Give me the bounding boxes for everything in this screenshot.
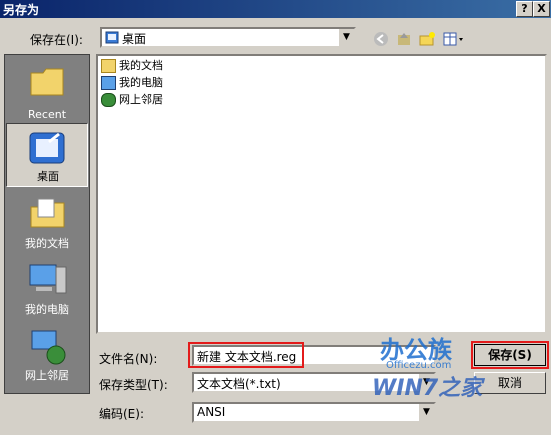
chevron-down-icon[interactable]: ▼	[418, 374, 434, 391]
network-icon	[31, 330, 66, 365]
close-button[interactable]: X	[533, 1, 550, 17]
folder-icon	[101, 59, 116, 73]
watermark: 办公族 Officezu.com WIN7之家	[372, 330, 482, 406]
cancel-button[interactable]: 取消	[474, 372, 546, 394]
encoding-value: ANSI	[197, 405, 226, 419]
desktop-icon	[105, 31, 119, 44]
highlight-box	[471, 341, 549, 369]
save-in-dropdown[interactable]: 桌面 ▼	[100, 27, 356, 48]
list-item[interactable]: 我的电脑	[101, 74, 163, 90]
place-label: 桌面	[37, 170, 59, 183]
chevron-down-icon[interactable]: ▼	[418, 404, 434, 421]
my-computer-icon	[29, 264, 67, 294]
file-list[interactable]: 我的文档 我的电脑 网上邻居	[96, 54, 547, 334]
encoding-dropdown[interactable]: ANSI ▼	[192, 402, 436, 423]
save-in-label: 保存在(I):	[30, 33, 83, 47]
filetype-label: 保存类型(T):	[99, 378, 168, 392]
list-item[interactable]: 我的文档	[101, 57, 163, 73]
save-in-value: 桌面	[122, 32, 147, 46]
encoding-label: 编码(E):	[99, 407, 144, 421]
list-item[interactable]: 网上邻居	[101, 91, 163, 107]
filetype-dropdown[interactable]: 文本文档(*.txt) ▼	[192, 372, 436, 393]
computer-icon	[101, 76, 116, 90]
filetype-value: 文本文档(*.txt)	[197, 377, 281, 391]
place-label: 我的文档	[25, 237, 69, 250]
place-label: Recent	[27, 108, 67, 121]
my-documents-icon	[30, 198, 65, 228]
highlight-box	[188, 342, 304, 368]
network-icon	[101, 93, 116, 107]
desktop-icon	[29, 132, 65, 164]
new-folder-icon[interactable]	[418, 30, 436, 48]
place-network[interactable]: 网上邻居	[6, 321, 88, 385]
recent-folder-icon	[30, 68, 64, 96]
chevron-down-icon[interactable]: ▼	[338, 29, 354, 46]
help-button[interactable]: ?	[516, 1, 533, 17]
filename-label: 文件名(N):	[99, 352, 158, 366]
place-desktop[interactable]: 桌面	[6, 123, 88, 187]
view-menu-icon[interactable]	[442, 30, 466, 48]
places-bar: Recent 桌面 我的文档 我的电脑 网上邻居	[4, 54, 90, 394]
place-label: 我的电脑	[25, 303, 69, 316]
place-label: 网上邻居	[25, 369, 69, 382]
title-bar: 另存为 ? X	[0, 0, 551, 18]
window-title: 另存为	[3, 3, 40, 17]
place-my-documents[interactable]: 我的文档	[6, 189, 88, 253]
place-recent[interactable]: Recent	[6, 59, 88, 123]
back-icon[interactable]	[372, 30, 390, 48]
up-folder-icon[interactable]	[395, 30, 413, 48]
place-my-computer[interactable]: 我的电脑	[6, 255, 88, 319]
